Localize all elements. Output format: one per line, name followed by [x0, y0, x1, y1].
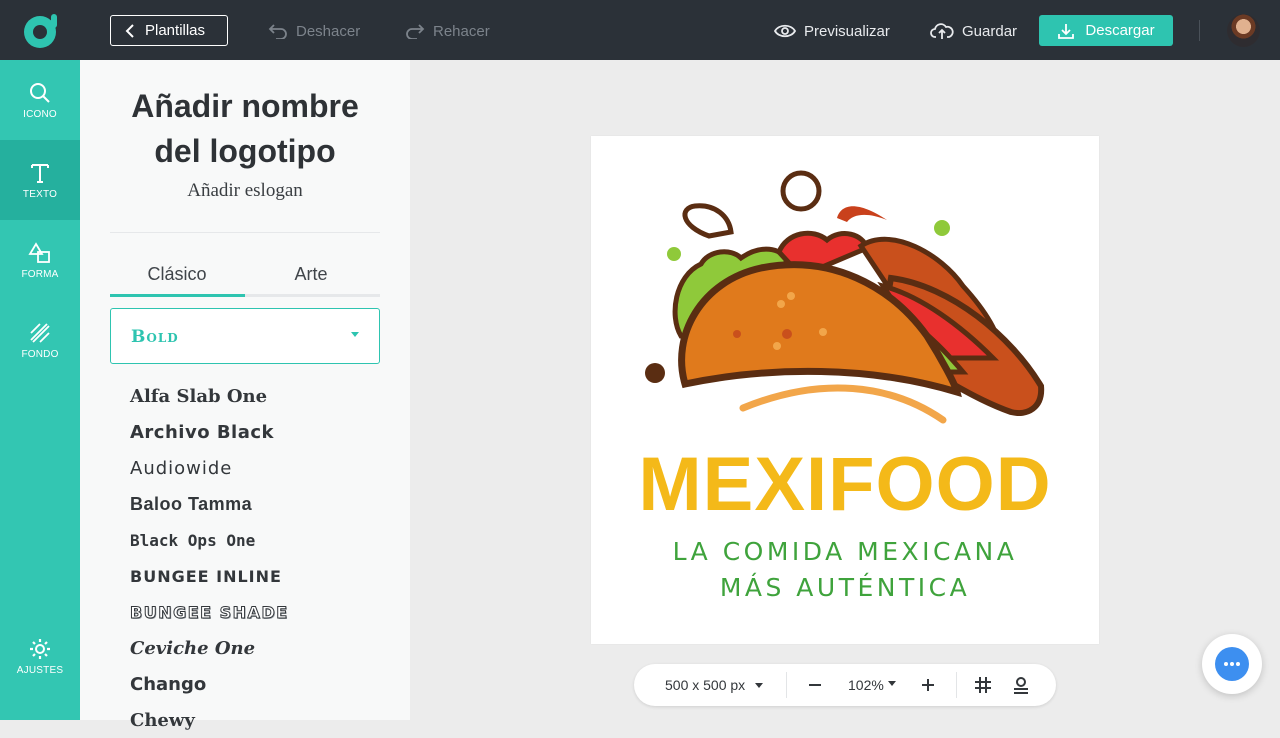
preview-button[interactable]: Previsualizar — [774, 21, 890, 41]
back-button-label: Plantillas — [145, 22, 206, 39]
font-item[interactable]: Alfa Slab One — [130, 378, 370, 414]
toolbar-divider — [956, 672, 957, 698]
undo-label: Deshacer — [296, 22, 361, 40]
panel-divider — [110, 232, 380, 233]
redo-icon — [406, 24, 425, 39]
font-item[interactable]: Chewy — [130, 702, 370, 738]
rail-item-texto[interactable]: TEXTO — [0, 140, 80, 220]
canvas-size-select[interactable]: 500 x 500 px — [665, 677, 745, 693]
download-button[interactable]: Descargar — [1039, 15, 1173, 46]
chat-icon — [1215, 647, 1249, 681]
logo-name-placeholder[interactable]: Añadir nombre del logotipo — [80, 84, 410, 174]
zoom-select[interactable]: 102% — [848, 677, 884, 693]
font-item[interactable]: Audiowide — [130, 450, 370, 486]
font-item[interactable]: Black Ops One — [130, 522, 370, 558]
undo-button[interactable]: Deshacer — [268, 21, 360, 41]
tab-clasico[interactable]: Clásico — [110, 264, 244, 285]
logo-name-line2: del logotipo — [154, 133, 336, 169]
eye-icon — [774, 24, 796, 38]
preview-label: Previsualizar — [804, 22, 890, 40]
font-item[interactable]: Ceviche One — [130, 630, 370, 666]
zoom-out-icon[interactable] — [809, 684, 821, 686]
redo-label: Rehacer — [433, 22, 490, 40]
chevron-left-icon — [125, 23, 134, 38]
rail-item-ajustes[interactable]: AJUSTES — [0, 616, 80, 696]
chevron-down-icon — [755, 683, 763, 688]
text-icon — [31, 163, 49, 183]
gear-icon — [30, 638, 50, 659]
slogan-placeholder[interactable]: Añadir eslogan — [80, 180, 410, 202]
font-item[interactable]: Chango — [130, 666, 370, 702]
back-to-templates-button[interactable]: Plantillas — [110, 15, 228, 46]
rail-item-icono[interactable]: ICONO — [0, 60, 80, 140]
font-item[interactable]: BUNGEE INLINE — [130, 558, 370, 594]
align-center-icon[interactable] — [1012, 676, 1030, 694]
shapes-icon — [28, 241, 50, 263]
font-item[interactable]: BUNGEE SHADE — [130, 594, 370, 630]
save-label: Guardar — [962, 22, 1018, 40]
app-logo-icon[interactable] — [22, 12, 60, 50]
font-category-value: Bold — [131, 327, 179, 347]
brand-slogan-text[interactable]: LA COMIDA MEXICANA MÁS AUTÉNTICA — [591, 534, 1099, 606]
font-item[interactable]: Baloo Tamma — [130, 486, 370, 522]
rail-item-forma[interactable]: FORMA — [0, 220, 80, 300]
download-label: Descargar — [1085, 22, 1155, 39]
grid-icon[interactable] — [974, 676, 992, 694]
user-avatar[interactable] — [1227, 14, 1260, 47]
left-tool-rail: ICONO TEXTO FORMA FONDO AJUSTES — [0, 60, 80, 720]
undo-icon — [268, 24, 287, 39]
topbar-divider — [1199, 20, 1200, 41]
search-icon — [30, 82, 50, 103]
text-panel: Añadir nombre del logotipo Añadir esloga… — [80, 60, 410, 731]
tab-active-indicator — [110, 294, 245, 297]
rail-item-fondo[interactable]: FONDO — [0, 300, 80, 380]
rail-item-label: ICONO — [23, 108, 57, 120]
logo-name-line1: Añadir nombre — [131, 88, 359, 124]
cloud-upload-icon — [930, 23, 954, 39]
slogan-line2: MÁS AUTÉNTICA — [719, 573, 971, 602]
taco-icon[interactable] — [591, 136, 1099, 436]
chevron-down-icon — [351, 332, 359, 337]
top-bar: Plantillas Deshacer Rehacer Previsualiza… — [0, 0, 1280, 60]
chevron-down-icon — [888, 681, 896, 686]
rail-item-label: FONDO — [21, 348, 59, 360]
redo-button[interactable]: Rehacer — [405, 21, 490, 41]
font-item[interactable]: Archivo Black — [130, 414, 370, 450]
slogan-line1: LA COMIDA MEXICANA — [672, 537, 1018, 566]
toolbar-divider — [786, 672, 787, 698]
tab-arte[interactable]: Arte — [244, 264, 378, 285]
zoom-in-icon[interactable] — [922, 678, 934, 692]
download-icon — [1058, 23, 1075, 39]
canvas-toolbar: 500 x 500 px 102% — [634, 664, 1056, 706]
settings-label: AJUSTES — [16, 664, 64, 676]
background-icon — [30, 322, 50, 343]
rail-item-label: TEXTO — [22, 188, 58, 200]
rail-item-label: FORMA — [21, 268, 59, 280]
font-category-select[interactable]: Bold — [110, 308, 380, 364]
chat-button[interactable] — [1202, 634, 1262, 694]
logo-artboard[interactable]: MEXIFOOD LA COMIDA MEXICANA MÁS AUTÉNTIC… — [591, 136, 1099, 644]
font-list: Alfa Slab One Archivo Black Audiowide Ba… — [130, 378, 370, 738]
save-button[interactable]: Guardar — [930, 21, 1017, 41]
brand-name-text[interactable]: MEXIFOOD — [591, 441, 1099, 528]
